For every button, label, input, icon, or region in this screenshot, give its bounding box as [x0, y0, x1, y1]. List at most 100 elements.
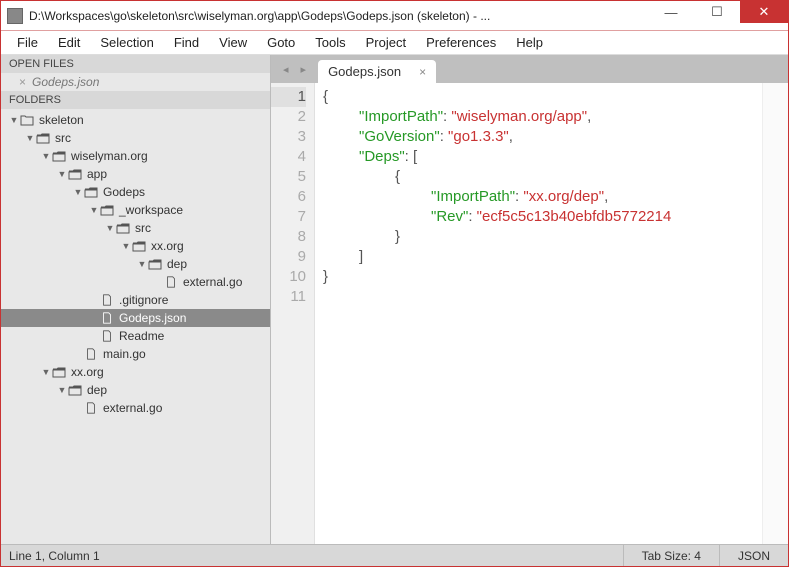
tree-label: _workspace [119, 203, 183, 217]
disclosure-arrow-icon[interactable]: ▼ [41, 367, 51, 377]
tree-label: Readme [119, 329, 164, 343]
file-icon [99, 294, 115, 306]
line-number: 9 [271, 247, 306, 267]
body: OPEN FILES × Godeps.json FOLDERS ▼ skelet… [1, 55, 788, 544]
status-language[interactable]: JSON [719, 545, 788, 566]
line-number: 7 [271, 207, 306, 227]
open-file-label: Godeps.json [32, 75, 99, 89]
tree-item-external-go[interactable]: external.go [1, 273, 270, 291]
disclosure-arrow-icon[interactable]: ▼ [9, 115, 19, 125]
menu-selection[interactable]: Selection [92, 33, 161, 52]
tab-godeps[interactable]: Godeps.json × [318, 60, 436, 83]
tree-item-skeleton[interactable]: ▼ skeleton [1, 111, 270, 129]
line-number: 5 [271, 167, 306, 187]
minimap[interactable] [762, 83, 788, 544]
code-editor[interactable]: 1234567891011 {"ImportPath": "wiselyman.… [271, 83, 788, 544]
tree-item-main-go[interactable]: main.go [1, 345, 270, 363]
disclosure-arrow-icon[interactable]: ▼ [57, 169, 67, 179]
maximize-button[interactable]: ☐ [694, 1, 740, 23]
menu-help[interactable]: Help [508, 33, 551, 52]
tree-item-godeps[interactable]: ▼ Godeps [1, 183, 270, 201]
tree-item-godeps-json[interactable]: Godeps.json [1, 309, 270, 327]
folder-open-icon [115, 222, 131, 234]
disclosure-arrow-icon[interactable]: ▼ [105, 223, 115, 233]
tree-label: src [135, 221, 151, 235]
tree-item-_workspace[interactable]: ▼ _workspace [1, 201, 270, 219]
disclosure-arrow-icon[interactable]: ▼ [89, 205, 99, 215]
tree-label: wiselyman.org [71, 149, 148, 163]
tree-item-src[interactable]: ▼ src [1, 129, 270, 147]
tree-item-wiselyman-org[interactable]: ▼ wiselyman.org [1, 147, 270, 165]
menu-find[interactable]: Find [166, 33, 207, 52]
tree-item-src[interactable]: ▼ src [1, 219, 270, 237]
folder-tree: ▼ skeleton ▼ src ▼ wiselyman.org ▼ app ▼ Godeps ▼ _… [1, 109, 270, 544]
line-number: 2 [271, 107, 306, 127]
disclosure-arrow-icon[interactable]: ▼ [73, 187, 83, 197]
tree-item-xx-org[interactable]: ▼xx.org [1, 237, 270, 255]
statusbar: Line 1, Column 1 Tab Size: 4 JSON [1, 544, 788, 566]
code-lines[interactable]: {"ImportPath": "wiselyman.org/app","GoVe… [315, 83, 762, 544]
window: D:\Workspaces\go\skeleton\src\wiselyman.… [0, 0, 789, 567]
folder-open-icon [83, 186, 99, 198]
folder-icon [19, 114, 35, 126]
folder-open-icon [51, 366, 67, 378]
tree-label: dep [167, 257, 187, 271]
tree-item-readme[interactable]: Readme [1, 327, 270, 345]
tree-item-external-go[interactable]: external.go [1, 399, 270, 417]
menu-edit[interactable]: Edit [50, 33, 88, 52]
editor-area: ◂ ▸ Godeps.json × 1234567891011 {"Import… [271, 55, 788, 544]
disclosure-arrow-icon[interactable]: ▼ [25, 133, 35, 143]
menu-goto[interactable]: Goto [259, 33, 303, 52]
folders-header: FOLDERS [1, 91, 270, 109]
minimize-button[interactable]: — [648, 1, 694, 23]
window-title: D:\Workspaces\go\skeleton\src\wiselyman.… [29, 9, 648, 23]
file-icon [99, 312, 115, 324]
tab-nav-next-icon[interactable]: ▸ [295, 63, 313, 76]
menu-file[interactable]: File [9, 33, 46, 52]
menu-view[interactable]: View [211, 33, 255, 52]
folder-open-icon [35, 132, 51, 144]
menu-tools[interactable]: Tools [307, 33, 353, 52]
tree-label: skeleton [39, 113, 84, 127]
status-position[interactable]: Line 1, Column 1 [1, 549, 623, 563]
tree-label: external.go [183, 275, 242, 289]
disclosure-arrow-icon[interactable]: ▼ [41, 151, 51, 161]
tree-item--gitignore[interactable]: .gitignore [1, 291, 270, 309]
tree-label: Godeps [103, 185, 145, 199]
tab-nav-prev-icon[interactable]: ◂ [277, 63, 295, 76]
tree-label: dep [87, 383, 107, 397]
folder-open-icon [51, 150, 67, 162]
menu-project[interactable]: Project [358, 33, 414, 52]
tree-item-dep[interactable]: ▼ dep [1, 255, 270, 273]
menubar: FileEditSelection FindViewGotoTools Projec… [1, 31, 788, 55]
tab-close-icon[interactable]: × [419, 65, 426, 79]
open-files-header: OPEN FILES [1, 55, 270, 73]
close-button[interactable]: ✕ [740, 1, 788, 23]
tree-label: src [55, 131, 71, 145]
tree-item-xx-org[interactable]: ▼ xx.org [1, 363, 270, 381]
app-icon [7, 8, 23, 24]
close-icon[interactable]: × [19, 75, 26, 89]
tree-label: Godeps.json [119, 311, 186, 325]
tree-label: xx.org [71, 365, 104, 379]
open-file-item[interactable]: × Godeps.json [1, 73, 270, 91]
line-number: 6 [271, 187, 306, 207]
tree-label: app [87, 167, 107, 181]
line-number: 8 [271, 227, 306, 247]
line-number: 3 [271, 127, 306, 147]
disclosure-arrow-icon[interactable]: ▼ [57, 385, 67, 395]
folder-open-icon [99, 204, 115, 216]
file-icon [99, 330, 115, 342]
menu-preferences[interactable]: Preferences [418, 33, 504, 52]
tree-item-dep[interactable]: ▼ dep [1, 381, 270, 399]
line-number: 11 [271, 287, 306, 307]
sidebar: OPEN FILES × Godeps.json FOLDERS ▼ skelet… [1, 55, 271, 544]
line-number: 4 [271, 147, 306, 167]
tree-label: main.go [103, 347, 146, 361]
disclosure-arrow-icon[interactable]: ▼ [121, 241, 131, 251]
line-number: 1 [271, 87, 306, 107]
status-tabsize[interactable]: Tab Size: 4 [623, 545, 719, 566]
disclosure-arrow-icon[interactable]: ▼ [137, 259, 147, 269]
tree-item-app[interactable]: ▼ app [1, 165, 270, 183]
titlebar: D:\Workspaces\go\skeleton\src\wiselyman.… [1, 1, 788, 31]
